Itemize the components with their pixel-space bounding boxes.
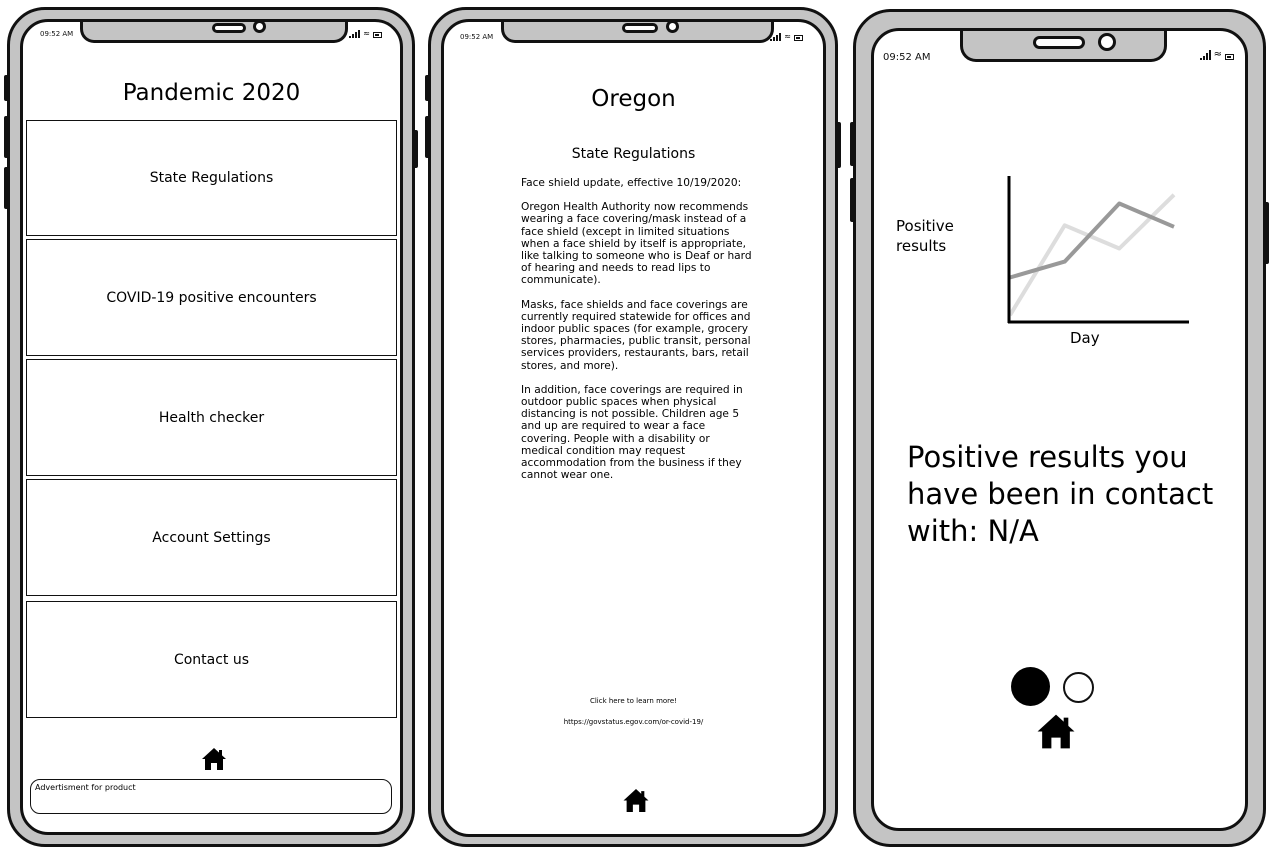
screen-home: 09:52 AM ≈ Pandemic 2020 State Regulatio…	[20, 19, 403, 835]
battery-icon	[373, 32, 382, 38]
ad-text: Advertisment for product	[35, 783, 136, 792]
notch	[80, 22, 348, 43]
series-line-1	[1009, 201, 1175, 280]
status-time: 09:52 AM	[40, 30, 74, 38]
source-url-link[interactable]: https://govstatus.egov.com/or-covid-19/	[444, 718, 823, 726]
battery-icon	[1225, 54, 1234, 60]
positive-results-chart	[1007, 176, 1189, 324]
chart-x-label: Day	[1070, 329, 1100, 347]
status-icons: ≈	[1199, 49, 1234, 60]
paragraph: Face shield update, effective 10/19/2020…	[521, 177, 742, 189]
section-heading: State Regulations	[571, 146, 696, 162]
series-line-2	[1008, 193, 1176, 317]
wifi-icon: ≈	[1213, 49, 1222, 60]
contact-summary: Positive results you have been in contac…	[907, 440, 1214, 548]
learn-more-link[interactable]: Click here to learn more!	[444, 697, 823, 705]
advertisement-banner[interactable]: Advertisment for product	[30, 779, 392, 814]
notch	[960, 31, 1167, 62]
battery-icon	[794, 35, 803, 41]
page-title: Oregon	[591, 86, 676, 112]
chart-y-label: Positive results	[896, 217, 954, 255]
signal-icon	[349, 30, 361, 38]
page-indicator-active[interactable]	[1011, 667, 1050, 706]
home-icon[interactable]	[1036, 713, 1076, 750]
status-time: 09:52 AM	[883, 52, 931, 63]
signal-icon	[1199, 50, 1211, 60]
app-title: Pandemic 2020	[122, 80, 301, 106]
home-icon[interactable]	[622, 788, 650, 813]
page-indicator-inactive[interactable]	[1063, 672, 1094, 703]
wifi-icon: ≈	[784, 32, 791, 41]
wifi-icon: ≈	[363, 29, 370, 38]
menu-label: Health checker	[158, 409, 265, 426]
home-icon[interactable]	[201, 747, 227, 771]
mockup-stage: 09:52 AM ≈ Pandemic 2020 State Regulatio…	[0, 0, 1274, 855]
signal-icon	[770, 33, 782, 41]
phone-regulations: 09:52 AM ≈ Oregon State Regulations Face…	[425, 7, 841, 847]
notch	[501, 22, 774, 43]
menu-label: State Regulations	[149, 170, 274, 186]
chart-series	[1008, 193, 1176, 317]
paragraph: Oregon Health Authority now recommends w…	[521, 201, 752, 287]
paragraph: In addition, face coverings are required…	[521, 383, 743, 482]
status-icons: ≈	[349, 30, 382, 38]
menu-contact-us[interactable]: Contact us	[26, 601, 397, 718]
phone-home: 09:52 AM ≈ Pandemic 2020 State Regulatio…	[4, 7, 418, 847]
phone-encounters: 09:52 AM ≈ Positive results Day Positive…	[850, 9, 1269, 847]
paragraph: Masks, face shields and face coverings a…	[521, 298, 751, 372]
menu-covid-encounters[interactable]: COVID-19 positive encounters	[26, 239, 397, 356]
regulations-text: Face shield update, effective 10/19/2020…	[521, 177, 753, 493]
menu-label: COVID-19 positive encounters	[106, 289, 317, 306]
screen-regulations: 09:52 AM ≈ Oregon State Regulations Face…	[441, 19, 826, 837]
menu-label: Contact us	[173, 651, 250, 668]
screen-encounters: 09:52 AM ≈ Positive results Day Positive…	[871, 28, 1248, 831]
menu-label: Account Settings	[152, 529, 271, 546]
status-time: 09:52 AM	[460, 33, 494, 41]
menu-account-settings[interactable]: Account Settings	[26, 479, 397, 596]
status-icons: ≈	[770, 33, 803, 41]
menu-state-regulations[interactable]: State Regulations	[26, 120, 397, 236]
menu-health-checker[interactable]: Health checker	[26, 359, 397, 476]
